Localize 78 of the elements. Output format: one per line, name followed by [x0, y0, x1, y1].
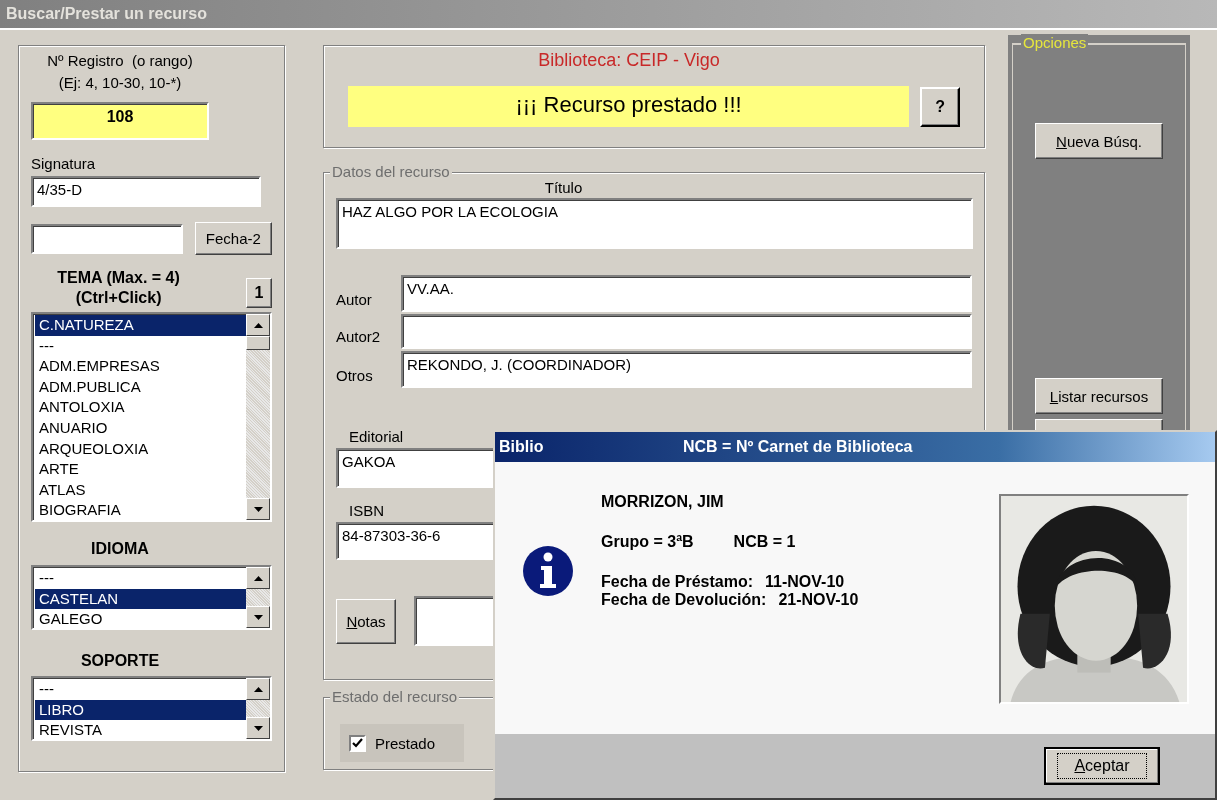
accept-button[interactable]: Aceptar — [1044, 747, 1160, 785]
list-item[interactable]: --- — [35, 335, 246, 357]
soporte-title: SOPORTE — [79, 652, 161, 670]
checkbox-label: Prestado — [375, 734, 436, 752]
tema-title: TEMA (Max. = 4) — [57, 268, 180, 288]
window-title: Buscar/Prestar un recurso — [5, 5, 207, 23]
list-item[interactable]: REVISTA — [35, 720, 246, 739]
author-label: Autor — [336, 291, 373, 310]
down-arrow-icon — [253, 614, 263, 620]
list-item[interactable]: --- — [35, 679, 246, 700]
scroll-up-button[interactable] — [246, 314, 270, 336]
list-item[interactable]: LIBRO — [35, 699, 246, 721]
author-field[interactable]: VV.AA. — [400, 275, 972, 312]
scrollbar[interactable] — [246, 314, 270, 520]
editorial-label: Editorial — [349, 428, 404, 445]
scroll-up-button[interactable] — [246, 567, 270, 589]
registro-label: Nº Registro (o rango) — [47, 51, 193, 71]
notes-button[interactable]: Notas — [336, 598, 396, 644]
list-item[interactable]: ATLAS — [35, 479, 246, 501]
panel-legend: Datos del recurso — [330, 163, 452, 180]
down-arrow-icon — [253, 506, 263, 512]
isbn-label: ISBN — [349, 502, 384, 519]
scroll-down-button[interactable] — [246, 498, 270, 520]
up-arrow-icon — [253, 575, 263, 581]
status-banner: ¡¡¡ Recurso prestado !!! — [348, 86, 910, 127]
list-item[interactable]: ADM.EMPRESAS — [35, 356, 246, 377]
date-field[interactable] — [31, 223, 183, 254]
date-value: 11-NOV-10 — [765, 573, 845, 591]
author-field[interactable]: REKONDO, J. (COORDINADOR) — [400, 351, 972, 388]
titulo-field[interactable]: HAZ ALGO POR LA ECOLOGIA — [336, 198, 973, 249]
scroll-down-button[interactable] — [246, 606, 270, 628]
card-number-text: NCB = 1 — [733, 533, 796, 551]
signatura-field[interactable]: 4/35-D — [31, 176, 261, 207]
check-icon — [352, 738, 363, 748]
tema-subtitle: (Ctrl+Click) — [75, 288, 162, 308]
list-item[interactable]: ANUARIO — [35, 417, 246, 439]
date-value: 21-NOV-10 — [778, 591, 859, 609]
list-item[interactable]: ANTOLOXIA — [35, 397, 246, 418]
date-button[interactable]: Fecha-2 — [194, 222, 272, 255]
checkbox[interactable] — [349, 734, 366, 752]
tema-count-button[interactable]: 1 — [246, 278, 272, 308]
library-name: Biblioteca: CEIP - Vigo — [537, 50, 721, 71]
option-button[interactable]: Nueva Búsq. — [1035, 123, 1163, 159]
signatura-label: Signatura — [31, 155, 97, 172]
up-arrow-icon — [253, 322, 263, 328]
author-label: Otros — [336, 367, 374, 386]
author-field[interactable] — [400, 314, 972, 349]
panel-legend: Estado del recurso — [330, 688, 460, 705]
date-label: Fecha de Devolución: — [601, 591, 767, 609]
dialog-caption: NCB = Nº Carnet de Biblioteca — [682, 438, 914, 456]
registro-field[interactable]: 108 — [31, 102, 209, 140]
idioma-title: IDIOMA — [90, 540, 150, 558]
scrollbar[interactable] — [246, 678, 270, 739]
down-arrow-icon — [253, 725, 263, 731]
list-item[interactable]: --- — [35, 568, 246, 589]
scrollbar[interactable] — [246, 567, 270, 628]
titulo-label: Título — [543, 179, 584, 196]
scroll-up-button[interactable] — [246, 678, 270, 700]
panel-legend: Opciones — [1021, 34, 1089, 51]
list-item[interactable]: ARTE — [35, 459, 246, 480]
group-text: Grupo = 3ªB — [601, 533, 694, 551]
dialog-title: Biblio — [498, 438, 545, 456]
info-icon — [523, 546, 573, 596]
up-arrow-icon — [253, 686, 263, 692]
list-item[interactable]: GALEGO — [35, 609, 246, 628]
author-label: Autor2 — [336, 328, 382, 347]
list-item[interactable]: ADM.PUBLICA — [35, 376, 246, 398]
date-label: Fecha de Préstamo: — [601, 573, 754, 591]
list-item[interactable]: ARQUEOLOXIA — [35, 438, 246, 460]
scroll-thumb[interactable] — [246, 336, 270, 350]
list-item[interactable]: C.NATUREZA — [35, 315, 246, 336]
list-item[interactable]: BIOGRAFIA — [35, 500, 246, 520]
registro-hint: (Ej: 4, 10-30, 10-*) — [58, 73, 182, 93]
list-item[interactable]: CASTELAN — [35, 588, 246, 610]
reader-name: MORRIZON, JIM — [601, 493, 725, 511]
scroll-down-button[interactable] — [246, 717, 270, 739]
help-button[interactable]: ? — [920, 86, 960, 127]
option-button[interactable]: Listar recursos — [1035, 378, 1163, 414]
